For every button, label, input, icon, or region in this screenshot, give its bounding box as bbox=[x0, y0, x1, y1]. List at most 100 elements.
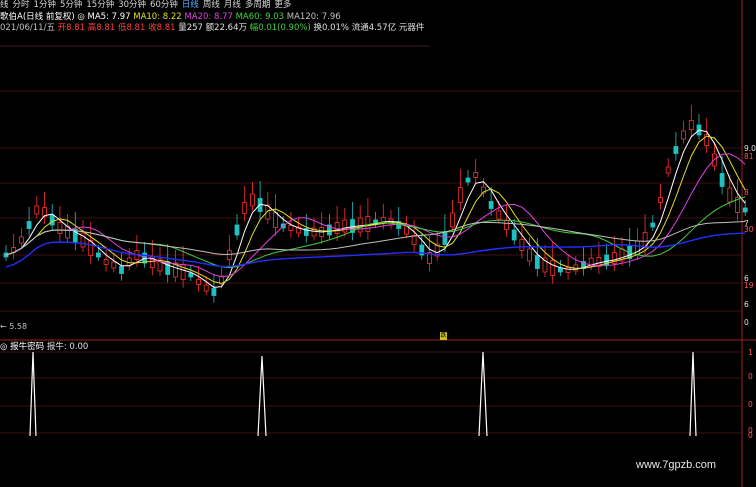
tab-4[interactable]: 15分钟 bbox=[86, 0, 118, 11]
tab-0[interactable]: 线 bbox=[0, 0, 13, 11]
candle-body bbox=[742, 207, 748, 213]
quote-date: 021/06/11/五 bbox=[0, 23, 55, 33]
candle-body bbox=[357, 217, 363, 233]
kline-chart[interactable] bbox=[0, 0, 756, 487]
ma20-label: MA20: 8.77 bbox=[184, 12, 233, 22]
candle-body bbox=[473, 172, 479, 178]
candlesticks bbox=[3, 105, 748, 303]
tab-8[interactable]: 周线 bbox=[203, 0, 224, 11]
candle-body bbox=[658, 197, 663, 203]
candle-body bbox=[96, 252, 101, 258]
candle-body bbox=[688, 120, 694, 130]
candle-body bbox=[504, 220, 509, 230]
candle-body bbox=[111, 261, 117, 269]
candle-body bbox=[719, 173, 725, 187]
sub-axis-tick: 0 bbox=[748, 400, 753, 409]
candle-body bbox=[511, 229, 517, 241]
candle-body bbox=[496, 210, 502, 220]
quote-change: 幅0.01(0.90%) bbox=[249, 23, 311, 33]
quote-low: 低8.81 bbox=[117, 23, 146, 33]
sub-axis-tick: 0 bbox=[748, 431, 753, 440]
indicator-title: 报牛密码 bbox=[10, 342, 45, 352]
axis-tick: 30 bbox=[744, 225, 754, 234]
tab-3[interactable]: 5分钟 bbox=[60, 0, 86, 11]
candle-body bbox=[519, 239, 525, 251]
indicator-value: 报牛: 0.00 bbox=[46, 342, 89, 352]
signal-marker[interactable]: 跌 bbox=[440, 332, 447, 340]
candle-body bbox=[411, 235, 417, 245]
ma60-label: MA60: 9.03 bbox=[235, 12, 285, 22]
axis-tick: 0 bbox=[744, 318, 749, 327]
low-price-label: ← 5.58 bbox=[0, 322, 28, 331]
candle-body bbox=[234, 224, 240, 236]
period-tabs: 线分时 1分钟 5分钟 15分钟 30分钟 60分钟 日线 周线 月线 多周期 更多 bbox=[0, 0, 295, 11]
tab-6[interactable]: 60分钟 bbox=[150, 0, 182, 11]
ma10-line bbox=[5, 135, 746, 284]
candle-body bbox=[273, 212, 278, 228]
tab-10[interactable]: 多周期 bbox=[245, 0, 275, 11]
candle-body bbox=[196, 279, 201, 285]
stock-info-line: 歌伯A(日线 前复权) ◎ MA5: 7.97 MA10: 8.22 MA20:… bbox=[0, 12, 341, 23]
quote-turnover: 换0.01% bbox=[313, 23, 349, 33]
quote-close: 收8.81 bbox=[148, 23, 176, 33]
stock-name: 歌伯A(日线 前复权) bbox=[0, 12, 75, 22]
tab-5[interactable]: 30分钟 bbox=[118, 0, 150, 11]
quote-sector: 元器件 bbox=[398, 23, 425, 33]
candle-body bbox=[226, 250, 232, 260]
axis-tick: 19 bbox=[744, 281, 754, 290]
candle-body bbox=[681, 130, 686, 140]
candle-body bbox=[57, 222, 63, 234]
quote-info-line: 021/06/11/五 开8.81 高8.81 低8.81 收8.81 量257… bbox=[0, 23, 424, 34]
tab-7[interactable]: 日线 bbox=[182, 0, 203, 11]
watermark: www.7gpzb.com bbox=[636, 459, 717, 471]
tab-11[interactable]: 更多 bbox=[274, 0, 295, 11]
candle-body bbox=[558, 267, 563, 273]
moving-average-lines bbox=[5, 129, 746, 288]
sub-axis-tick: 0 bbox=[748, 372, 753, 381]
candle-body bbox=[103, 259, 109, 265]
gear-icon[interactable]: ◎ bbox=[77, 12, 84, 22]
candle-body bbox=[211, 288, 217, 296]
candle-body bbox=[727, 187, 733, 203]
candle-body bbox=[49, 214, 55, 226]
axis-tick: 81 bbox=[744, 152, 754, 161]
tab-1[interactable]: 分时 bbox=[13, 0, 34, 11]
candle-body bbox=[565, 267, 571, 273]
candle-body bbox=[457, 187, 463, 203]
candle-body bbox=[527, 248, 532, 262]
tab-2[interactable]: 1分钟 bbox=[34, 0, 60, 11]
axis-tick: 6 bbox=[744, 300, 749, 309]
candle-body bbox=[673, 146, 679, 154]
quote-float: 流通4.57亿 bbox=[351, 23, 397, 33]
candle-body bbox=[488, 201, 494, 209]
quote-open: 开8.81 bbox=[57, 23, 86, 33]
tab-9[interactable]: 月线 bbox=[224, 0, 245, 11]
candle-body bbox=[188, 272, 194, 278]
quote-volume: 量257 bbox=[178, 23, 203, 33]
ma5-label: MA5: 7.97 bbox=[87, 12, 131, 22]
candle-body bbox=[388, 218, 394, 226]
ma5-line bbox=[5, 129, 746, 288]
indicator-label: ◎ 报牛密码 报牛: 0.00 bbox=[0, 342, 88, 352]
candle-body bbox=[26, 221, 32, 229]
candle-body bbox=[242, 202, 248, 214]
candle-body bbox=[203, 284, 209, 292]
sub-axis-tick: 1 bbox=[748, 348, 753, 357]
candle-body bbox=[34, 205, 40, 215]
candle-body bbox=[249, 193, 255, 207]
candle-body bbox=[18, 236, 24, 244]
candle-body bbox=[450, 212, 456, 228]
indicator-icon[interactable]: ◎ bbox=[0, 342, 7, 352]
candle-body bbox=[550, 260, 556, 276]
candle-body bbox=[288, 225, 294, 231]
axis-tick: 8 bbox=[744, 188, 749, 197]
candle-body bbox=[665, 166, 671, 174]
candle-body bbox=[465, 177, 471, 183]
candle-body bbox=[534, 255, 540, 269]
ma120-label: MA120: 7.96 bbox=[286, 12, 341, 22]
indicator-spikes bbox=[29, 351, 697, 437]
quote-high: 高8.81 bbox=[87, 23, 116, 33]
quote-amount: 额22.64万 bbox=[205, 23, 247, 33]
candle-body bbox=[119, 266, 124, 274]
candle-body bbox=[635, 240, 640, 256]
